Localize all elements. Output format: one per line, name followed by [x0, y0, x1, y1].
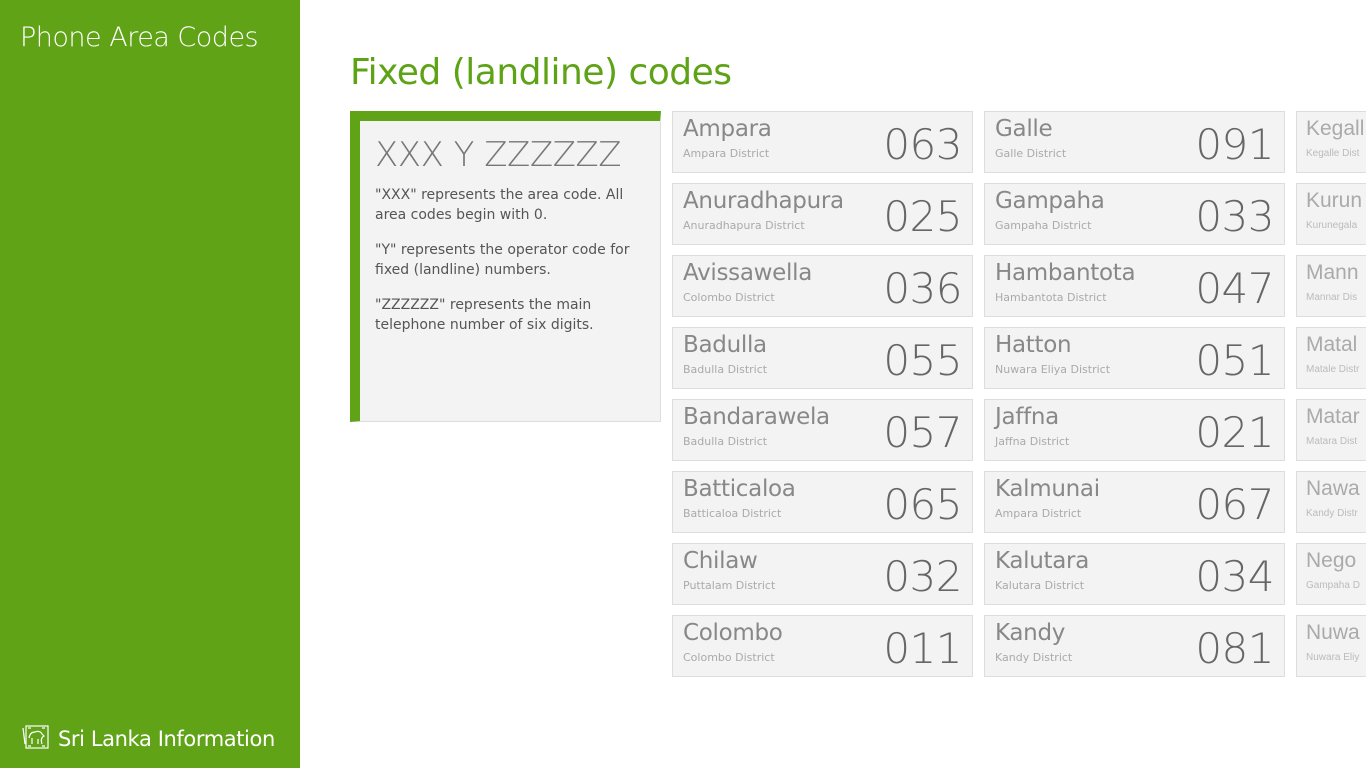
format-info-panel: XXX Y ZZZZZZ "XXX" represents the area c…	[350, 111, 661, 422]
area-name: Nawa	[1306, 477, 1360, 500]
page-title: Fixed (landline) codes	[350, 52, 732, 93]
area-code-tile[interactable]: Ampara Ampara District 063	[672, 111, 973, 173]
area-name: Gampaha	[995, 188, 1105, 214]
area-code-tile[interactable]: Chilaw Puttalam District 032	[672, 543, 973, 605]
area-name: Hambantota	[995, 260, 1136, 286]
sidebar: Phone Area Codes Sri Lanka Information	[0, 0, 300, 768]
district-name: Hambantota District	[995, 291, 1107, 304]
area-code-tile[interactable]: Gampaha Gampaha District 033	[984, 183, 1285, 245]
area-name: Matar	[1306, 405, 1360, 428]
district-name: Kalutara District	[995, 579, 1085, 592]
footer-label: Sri Lanka Information	[58, 727, 275, 751]
area-name: Hatton	[995, 332, 1072, 358]
district-name: Kandy District	[995, 651, 1073, 664]
area-code: 047	[1195, 264, 1274, 313]
area-code: 034	[1195, 552, 1274, 601]
area-name: Bandarawela	[683, 404, 830, 430]
area-code: 025	[883, 192, 962, 241]
district-name: Colombo District	[683, 291, 775, 304]
area-name: Matal	[1306, 333, 1358, 356]
district-name: Gampaha D	[1306, 580, 1360, 591]
area-code-tile[interactable]: Avissawella Colombo District 036	[672, 255, 973, 317]
area-name: Nego	[1306, 549, 1357, 572]
app-title: Phone Area Codes	[20, 22, 259, 53]
area-code-tile[interactable]: Nuwa Nuwara Eliy	[1296, 615, 1366, 677]
district-name: Batticaloa District	[683, 507, 782, 520]
area-name: Badulla	[683, 332, 767, 358]
area-name: Anuradhapura	[683, 188, 844, 214]
district-name: Anuradhapura District	[683, 219, 805, 232]
area-code-tile[interactable]: Jaffna Jaffna District 021	[984, 399, 1285, 461]
district-name: Colombo District	[683, 651, 775, 664]
area-code: 033	[1195, 192, 1274, 241]
area-name: Nuwa	[1306, 621, 1360, 644]
area-code-tile[interactable]: Galle Galle District 091	[984, 111, 1285, 173]
district-name: Kandy Distr	[1306, 508, 1358, 519]
area-code: 065	[883, 480, 962, 529]
area-code: 051	[1195, 336, 1274, 385]
area-name: Mann	[1306, 261, 1359, 284]
area-name: Kalmunai	[995, 476, 1100, 502]
district-name: Matara Dist	[1306, 436, 1358, 447]
area-name: Ampara	[683, 116, 772, 142]
district-name: Matale Distr	[1306, 364, 1360, 375]
district-name: Badulla District	[683, 435, 768, 448]
district-name: Nuwara Eliy	[1306, 652, 1360, 663]
district-name: Puttalam District	[683, 579, 776, 592]
district-name: Ampara District	[683, 147, 770, 160]
area-code: 063	[883, 120, 962, 169]
area-code: 011	[883, 624, 962, 673]
area-code-tile[interactable]: Matar Matara Dist	[1296, 399, 1366, 461]
area-code-tile[interactable]: Kalmunai Ampara District 067	[984, 471, 1285, 533]
district-name: Galle District	[995, 147, 1067, 160]
area-name: Kalutara	[995, 548, 1090, 574]
district-name: Nuwara Eliya District	[995, 363, 1111, 376]
area-code-tile[interactable]: Badulla Badulla District 055	[672, 327, 973, 389]
area-name: Avissawella	[683, 260, 812, 286]
sri-lanka-information-link[interactable]: Sri Lanka Information	[20, 724, 275, 754]
area-code: 091	[1195, 120, 1274, 169]
area-code: 055	[883, 336, 962, 385]
area-name: Kurun	[1306, 189, 1363, 212]
area-code: 021	[1195, 408, 1274, 457]
district-name: Ampara District	[995, 507, 1082, 520]
area-name: Galle	[995, 116, 1053, 142]
area-name: Colombo	[683, 620, 783, 646]
info-paragraph: "XXX" represents the area code. All area…	[375, 187, 624, 223]
area-name: Jaffna	[995, 404, 1059, 430]
district-name: Mannar Dis	[1306, 292, 1358, 303]
area-code-tile[interactable]: Batticaloa Batticaloa District 065	[672, 471, 973, 533]
area-code-tile[interactable]: Kandy Kandy District 081	[984, 615, 1285, 677]
area-code-tile[interactable]: Matal Matale Distr	[1296, 327, 1366, 389]
area-code-tile[interactable]: Nawa Kandy Distr	[1296, 471, 1366, 533]
area-code-tile[interactable]: Colombo Colombo District 011	[672, 615, 973, 677]
area-code: 067	[1195, 480, 1274, 529]
area-code-tile[interactable]: Hambantota Hambantota District 047	[984, 255, 1285, 317]
area-code-tile[interactable]: Kurun Kurunegala	[1296, 183, 1366, 245]
district-name: Kurunegala	[1306, 220, 1358, 231]
area-code-tile[interactable]: Kegall Kegalle Dist	[1296, 111, 1366, 173]
area-name: Batticaloa	[683, 476, 796, 502]
area-name: Kegall	[1306, 117, 1365, 140]
area-code: 036	[883, 264, 962, 313]
district-name: Badulla District	[683, 363, 768, 376]
area-name: Kandy	[995, 620, 1066, 646]
area-code-tile[interactable]: Nego Gampaha D	[1296, 543, 1366, 605]
area-code-tile[interactable]: Bandarawela Badulla District 057	[672, 399, 973, 461]
area-code-tile[interactable]: Hatton Nuwara Eliya District 051	[984, 327, 1285, 389]
info-paragraph: "Y" represents the operator code for fix…	[375, 242, 630, 278]
district-name: Kegalle Dist	[1306, 148, 1360, 159]
district-name: Gampaha District	[995, 219, 1092, 232]
area-code-tile[interactable]: Mann Mannar Dis	[1296, 255, 1366, 317]
area-code-tile[interactable]: Kalutara Kalutara District 034	[984, 543, 1285, 605]
area-name: Chilaw	[683, 548, 758, 574]
area-code: 032	[883, 552, 962, 601]
area-code: 081	[1195, 624, 1274, 673]
district-name: Jaffna District	[995, 435, 1070, 448]
area-code-tile[interactable]: Anuradhapura Anuradhapura District 025	[672, 183, 973, 245]
number-format: XXX Y ZZZZZZ	[375, 135, 622, 175]
lion-flag-icon	[20, 724, 50, 754]
area-code: 057	[883, 408, 962, 457]
info-paragraph: "ZZZZZZ" represents the main telephone n…	[375, 297, 594, 333]
